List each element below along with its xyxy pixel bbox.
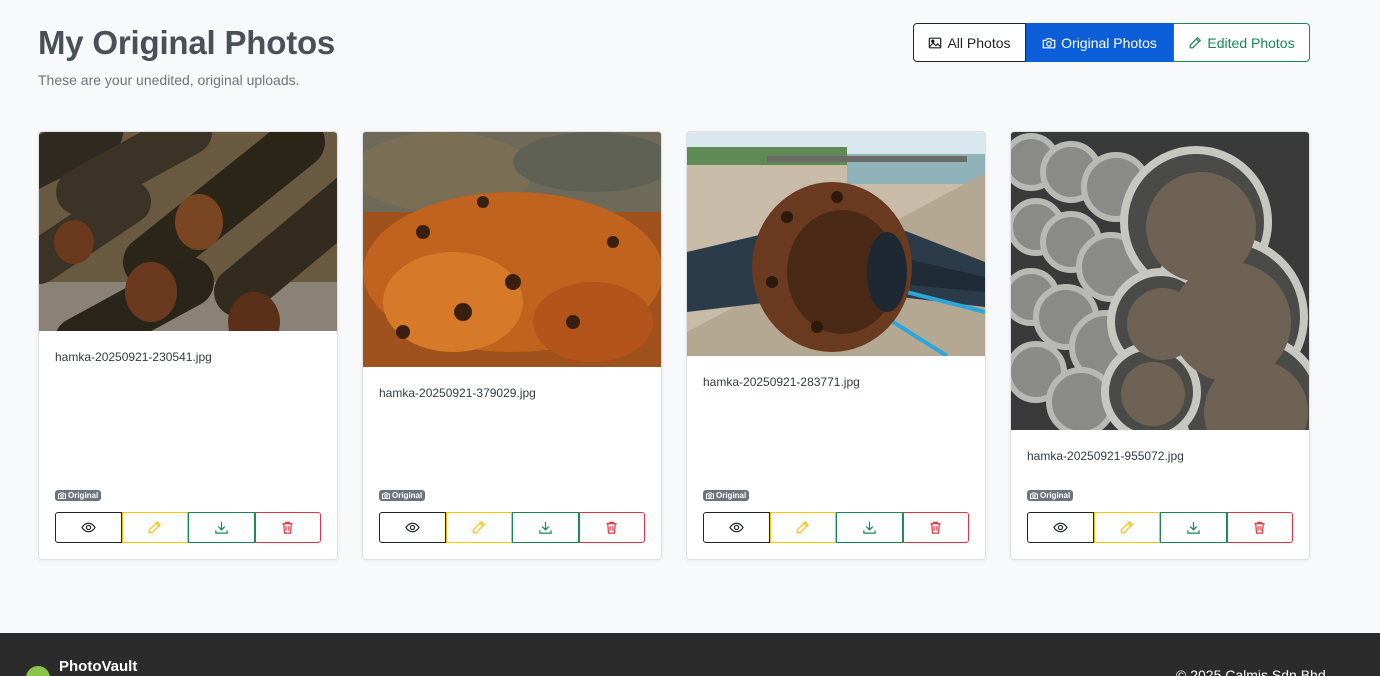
edit-button[interactable] [769,512,836,543]
all-photos-button[interactable]: All Photos [913,23,1026,62]
download-icon [539,521,552,534]
pencil-icon [148,521,162,534]
photo-thumbnail[interactable] [363,132,661,367]
download-button[interactable] [1160,512,1227,543]
edit-button[interactable] [445,512,512,543]
original-photos-label: Original Photos [1061,34,1157,51]
trash-icon [1254,521,1265,534]
pencil-icon [1120,521,1134,534]
pencil-icon [472,521,486,534]
pencil-icon [1189,36,1202,48]
camera-icon [382,492,390,499]
download-icon [863,521,876,534]
photo-card: hamka-20250921-379029.jpg Original [362,131,662,560]
photo-filename: hamka-20250921-379029.jpg [379,386,536,400]
original-badge: Original [1027,490,1074,501]
all-photos-label: All Photos [947,34,1011,51]
download-icon [1187,521,1200,534]
view-button[interactable] [55,512,122,543]
photo-actions [55,512,321,543]
delete-button[interactable] [254,512,321,543]
photo-thumbnail[interactable] [687,132,985,356]
delete-button[interactable] [1226,512,1293,543]
original-photos-button[interactable]: Original Photos [1026,23,1173,62]
eye-icon [80,522,96,533]
photo-filename: hamka-20250921-955072.jpg [1027,449,1184,463]
edited-photos-label: Edited Photos [1207,34,1295,51]
eye-icon [728,522,744,533]
images-icon [929,37,942,48]
page-title: My Original Photos [38,24,336,61]
footer-brand[interactable]: PhotoVault [59,658,137,675]
photo-actions [379,512,645,543]
delete-button[interactable] [578,512,645,543]
photo-actions [1027,512,1293,543]
original-badge: Original [703,490,750,501]
footer-copyright: © 2025 Calmis Sdn Bhd [1176,667,1326,676]
original-badge: Original [55,490,102,501]
eye-icon [404,522,420,533]
edited-photos-button[interactable]: Edited Photos [1173,23,1310,62]
brand-logo-icon [26,666,50,676]
photo-actions [703,512,969,543]
badge-label: Original [716,491,747,500]
trash-icon [606,521,617,534]
view-button[interactable] [1027,512,1094,543]
badge-label: Original [392,491,423,500]
edit-button[interactable] [121,512,188,543]
trash-icon [930,521,941,534]
photo-filename: hamka-20250921-230541.jpg [55,350,212,364]
photo-card: hamka-20250921-283771.jpg Original [686,131,986,560]
page-subtitle: These are your unedited, original upload… [38,72,300,88]
camera-icon [706,492,714,499]
photo-thumbnail[interactable] [1011,132,1309,430]
download-button[interactable] [836,512,903,543]
photo-filename: hamka-20250921-283771.jpg [703,375,860,389]
camera-icon [58,492,66,499]
edit-button[interactable] [1093,512,1160,543]
eye-icon [1052,522,1068,533]
badge-label: Original [1040,491,1071,500]
photo-card: hamka-20250921-955072.jpg Original [1010,131,1310,560]
view-button[interactable] [703,512,770,543]
download-button[interactable] [188,512,255,543]
camera-icon [1042,37,1056,48]
site-footer: PhotoVault © 2025 Calmis Sdn Bhd [0,633,1380,676]
pencil-icon [796,521,810,534]
download-button[interactable] [512,512,579,543]
photo-card: hamka-20250921-230541.jpg Original [38,131,338,560]
badge-label: Original [68,491,99,500]
photo-filter-group: All Photos Original Photos Edited Photos [913,23,1310,62]
download-icon [215,521,228,534]
trash-icon [282,521,293,534]
delete-button[interactable] [902,512,969,543]
photo-thumbnail[interactable] [39,132,337,331]
original-badge: Original [379,490,426,501]
camera-icon [1030,492,1038,499]
view-button[interactable] [379,512,446,543]
